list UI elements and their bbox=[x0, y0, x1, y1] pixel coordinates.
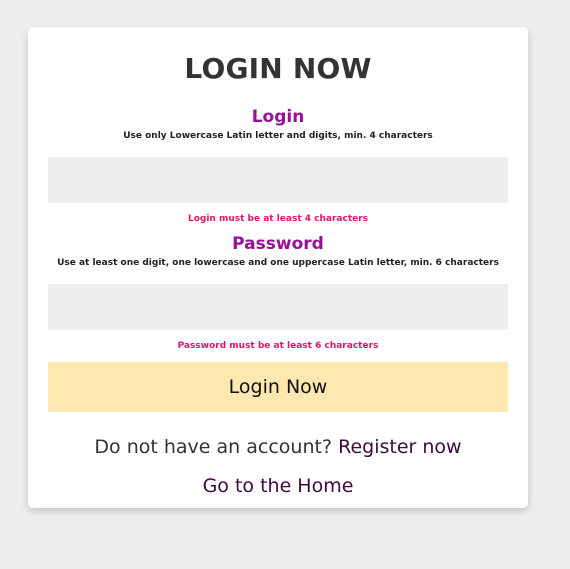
login-label: Login bbox=[251, 107, 305, 127]
password-label: Password bbox=[232, 234, 324, 254]
login-card: LOGIN NOW Login Use only Lowercase Latin… bbox=[28, 27, 528, 508]
password-error: Password must be at least 6 characters bbox=[177, 341, 379, 351]
login-button[interactable]: Login Now bbox=[48, 362, 508, 412]
page-title: LOGIN NOW bbox=[184, 52, 372, 85]
login-input[interactable] bbox=[48, 157, 508, 203]
login-hint: Use only Lowercase Latin letter and digi… bbox=[123, 131, 433, 141]
register-link[interactable]: Register now bbox=[338, 436, 461, 458]
home-link[interactable]: Go to the Home bbox=[203, 473, 354, 499]
register-line: Do not have an account? Register now bbox=[48, 434, 508, 460]
password-hint: Use at least one digit, one lowercase an… bbox=[57, 258, 499, 268]
register-prompt: Do not have an account? bbox=[94, 436, 333, 458]
login-error: Login must be at least 4 characters bbox=[187, 214, 369, 224]
password-input[interactable] bbox=[48, 284, 508, 330]
